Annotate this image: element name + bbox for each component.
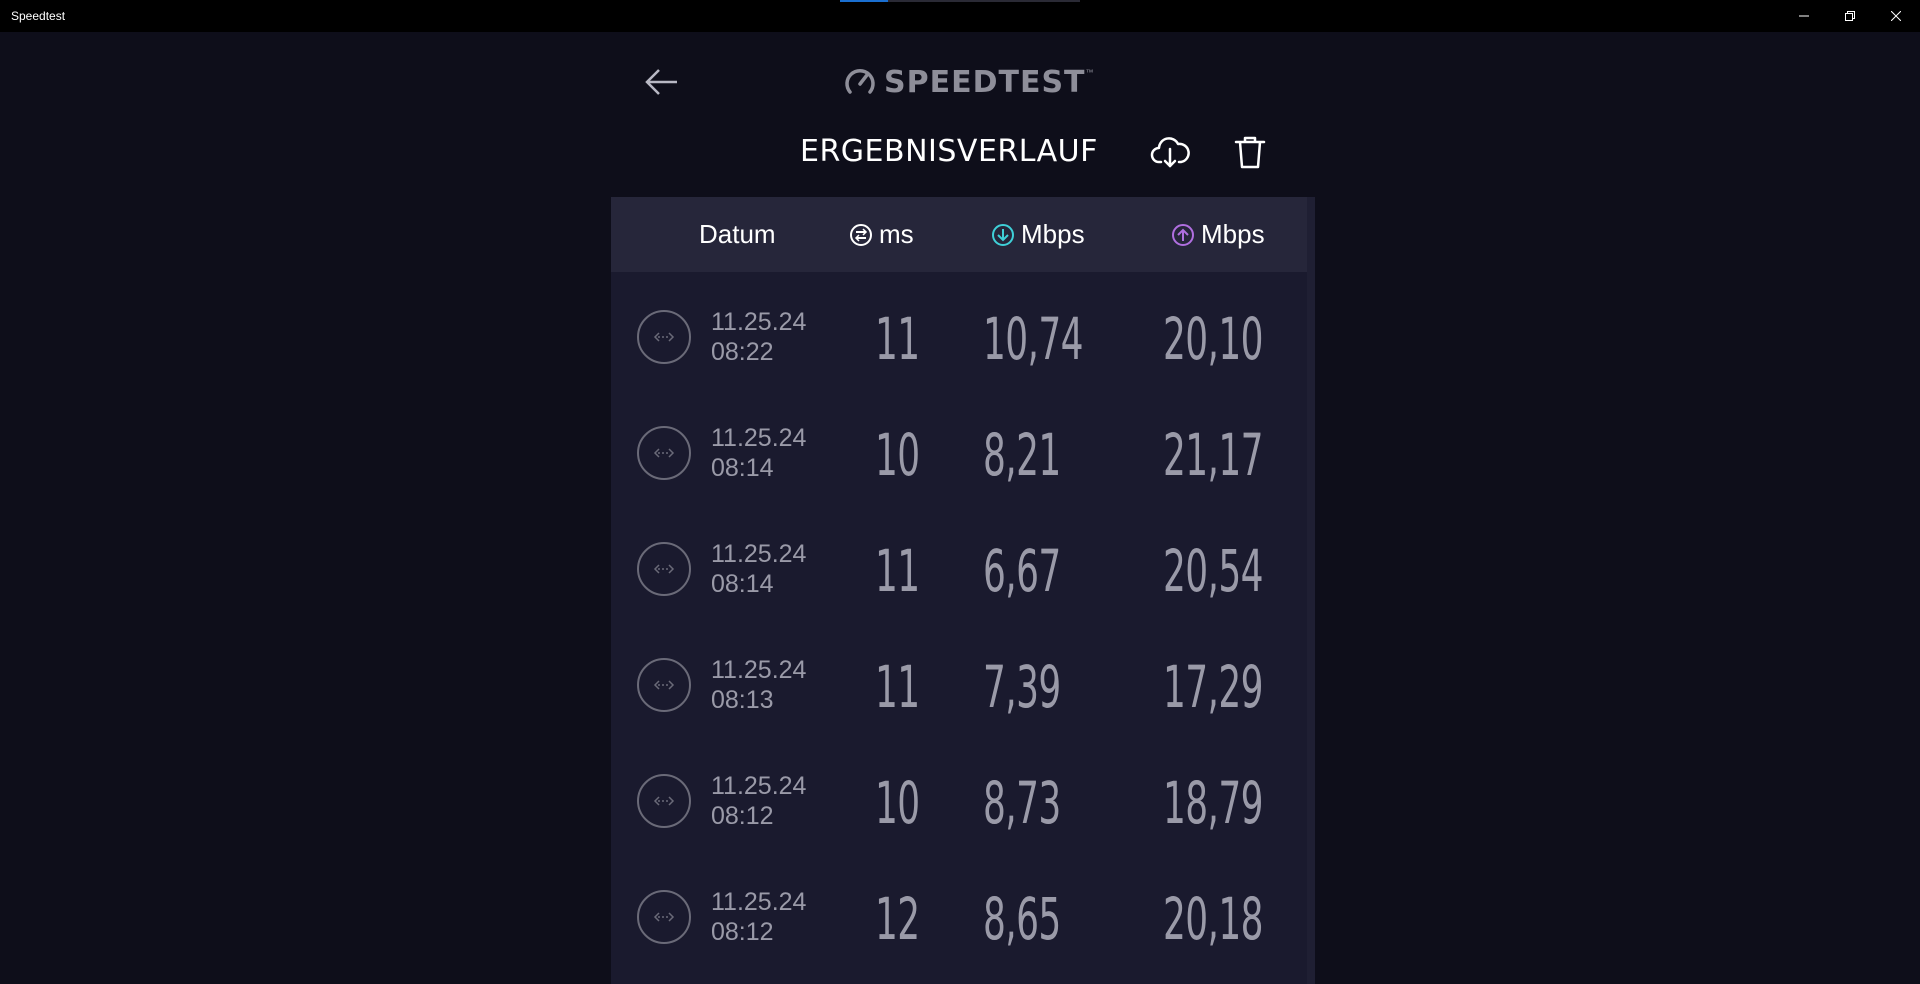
column-download[interactable]: Mbps (991, 197, 1085, 272)
restore-button[interactable] (1827, 0, 1873, 32)
column-date[interactable]: Datum (699, 197, 776, 272)
row-download: 8,21 (983, 421, 1061, 489)
upload-arrow-icon (1172, 223, 1194, 246)
table-row[interactable]: 11.25.24 08:14 10 8,21 21,17 (611, 395, 1307, 511)
table-row[interactable]: 11.25.24 08:22 11 10,74 20,10 (611, 279, 1307, 395)
row-ping: 11 (875, 305, 920, 373)
row-ping: 10 (875, 769, 920, 837)
ping-icon (850, 223, 872, 246)
row-upload: 20,54 (1163, 537, 1263, 605)
results-table[interactable]: Datum ms Mbps Mbps 11.25.24 08:22 11 10,… (611, 197, 1315, 984)
row-download: 8,65 (983, 885, 1061, 953)
table-row[interactable]: 11.25.24 08:14 11 6,67 20,54 (611, 511, 1307, 627)
connection-icon[interactable] (637, 890, 691, 944)
app-content: SPEEDTEST ™ ERGEBNISVERLAUF Datum ms Mbp… (0, 32, 1920, 984)
arrow-left-icon (645, 69, 677, 95)
logo-text: SPEEDTEST (884, 64, 1086, 100)
minimize-icon (1799, 15, 1809, 17)
row-upload: 17,29 (1163, 653, 1263, 721)
close-button[interactable] (1873, 0, 1919, 32)
gauge-icon (845, 68, 875, 94)
cloud-download-icon (1150, 137, 1190, 168)
row-date: 11.25.24 08:12 (711, 772, 807, 830)
row-date: 11.25.24 08:13 (711, 656, 807, 714)
title-bar: Speedtest (0, 0, 1920, 32)
connection-icon[interactable] (637, 426, 691, 480)
row-ping: 10 (875, 421, 920, 489)
table-row[interactable]: 11.25.24 08:12 12 8,65 20,18 (611, 859, 1307, 975)
row-download: 8,73 (983, 769, 1061, 837)
row-date: 11.25.24 08:12 (711, 888, 807, 946)
column-ping[interactable]: ms (849, 197, 914, 272)
minimize-button[interactable] (1781, 0, 1827, 32)
back-button[interactable] (642, 62, 682, 102)
row-date: 11.25.24 08:14 (711, 424, 807, 482)
row-upload: 20,18 (1163, 885, 1263, 953)
connection-icon[interactable] (637, 774, 691, 828)
column-upload[interactable]: Mbps (1171, 197, 1265, 272)
window-title: Speedtest (11, 9, 66, 23)
close-icon (1891, 11, 1901, 21)
restore-icon (1845, 11, 1855, 21)
connection-icon[interactable] (637, 542, 691, 596)
connection-icon[interactable] (637, 310, 691, 364)
scrollbar[interactable] (1307, 197, 1315, 984)
row-upload: 18,79 (1163, 769, 1263, 837)
row-upload: 20,10 (1163, 305, 1263, 373)
row-download: 7,39 (983, 653, 1061, 721)
table-row[interactable]: 11.25.24 08:12 10 8,73 18,79 (611, 743, 1307, 859)
trash-icon (1234, 136, 1266, 169)
download-arrow-icon (992, 223, 1014, 246)
row-ping: 11 (875, 537, 920, 605)
loading-indicator (840, 0, 1080, 2)
delete-results-button[interactable] (1228, 130, 1272, 174)
row-download: 10,74 (983, 305, 1083, 373)
row-date: 11.25.24 08:22 (711, 308, 807, 366)
table-row[interactable]: 11.25.24 08:13 11 7,39 17,29 (611, 627, 1307, 743)
row-ping: 12 (875, 885, 920, 953)
page-title: ERGEBNISVERLAUF (800, 134, 1098, 169)
table-header: Datum ms Mbps Mbps (611, 197, 1307, 272)
row-upload: 21,17 (1163, 421, 1263, 489)
row-ping: 11 (875, 653, 920, 721)
export-results-button[interactable] (1148, 130, 1192, 174)
connection-icon[interactable] (637, 658, 691, 712)
row-download: 6,67 (983, 537, 1061, 605)
speedtest-logo: SPEEDTEST ™ (842, 62, 1094, 102)
row-date: 11.25.24 08:14 (711, 540, 807, 598)
